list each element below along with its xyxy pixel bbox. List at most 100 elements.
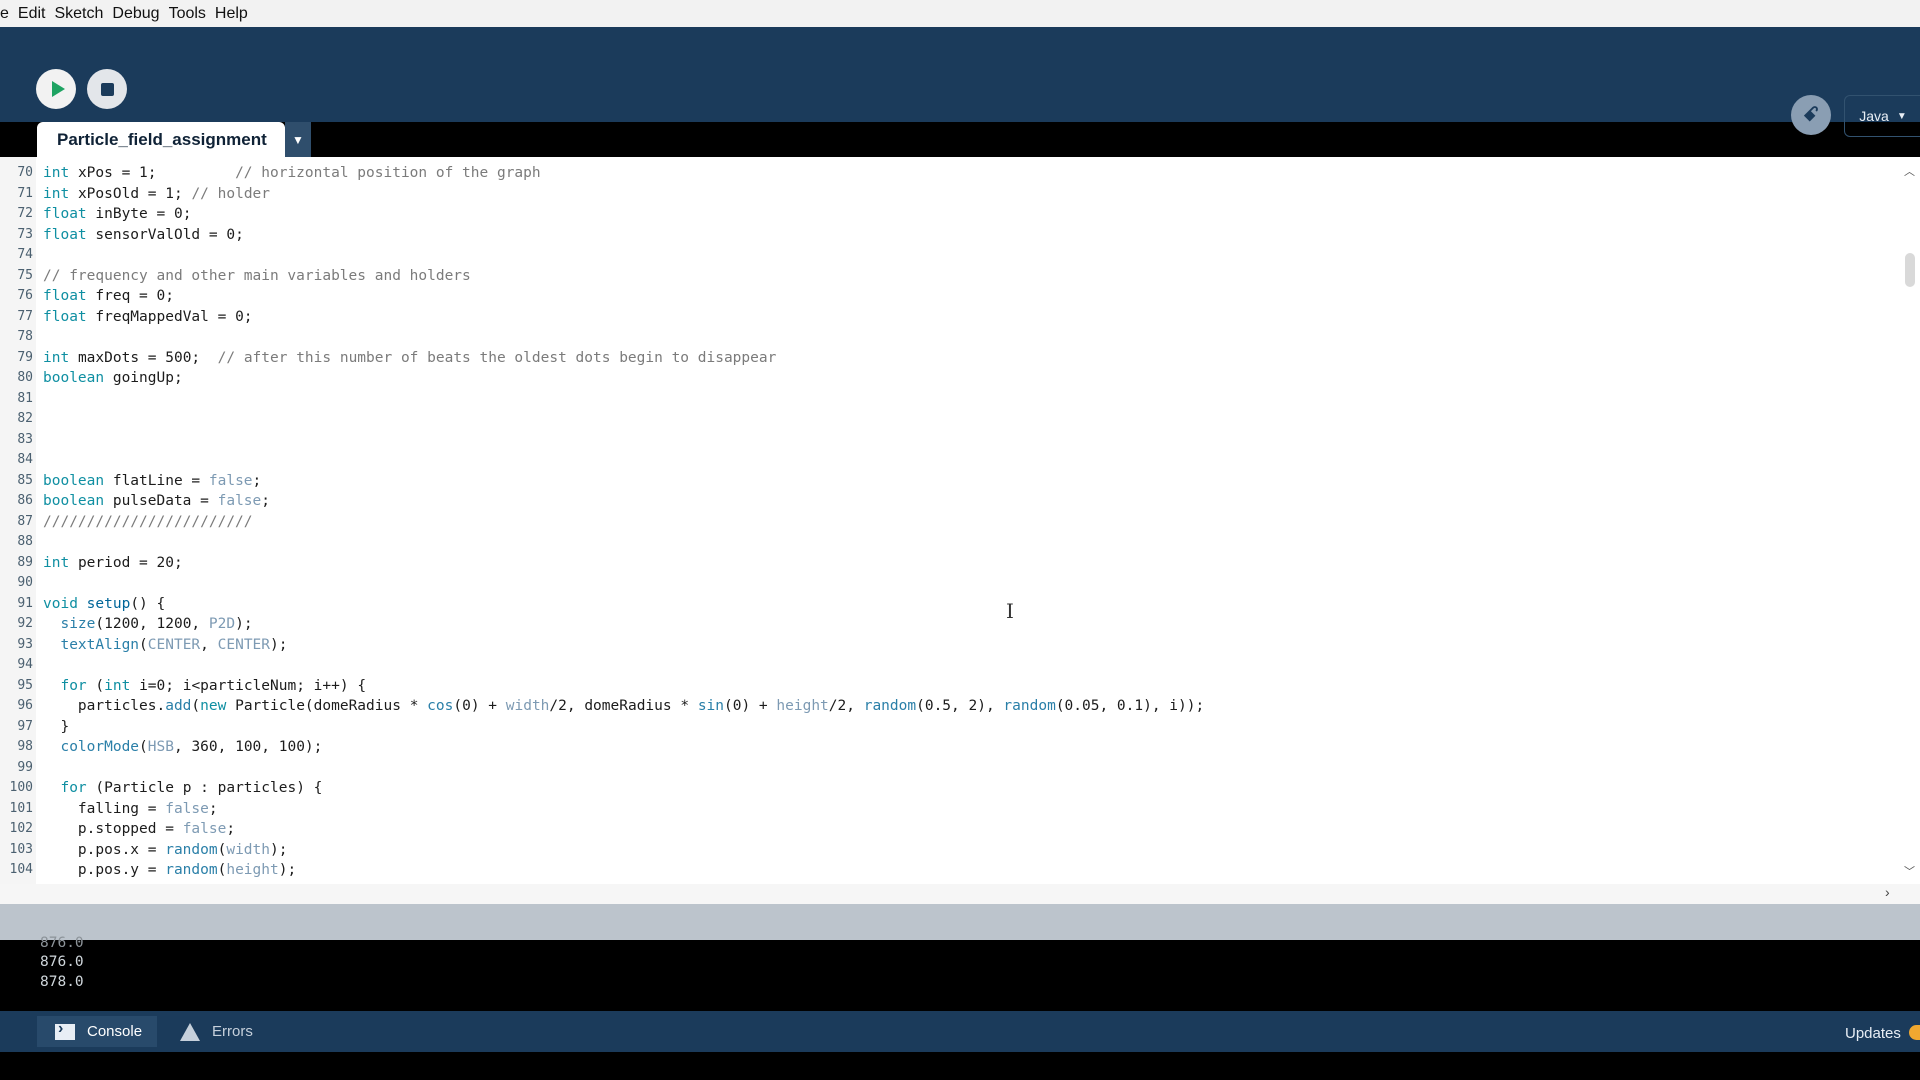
code-token: boolean bbox=[43, 472, 105, 489]
code-token: //////////////////////// bbox=[43, 513, 253, 530]
menu-edit[interactable]: Edit bbox=[18, 5, 46, 23]
code-token: ; bbox=[252, 472, 262, 489]
code-line[interactable]: 91 void setup() { bbox=[0, 594, 1900, 615]
code-token: width bbox=[505, 698, 550, 714]
line-number: 98 bbox=[17, 739, 33, 754]
code-line[interactable]: 77 float freqMappedVal = 0; bbox=[0, 307, 1900, 328]
code-text: // frequency and other main variables an… bbox=[43, 266, 471, 287]
code-line[interactable]: 84 bbox=[0, 450, 1900, 471]
code-line[interactable]: 72 float inByte = 0; bbox=[0, 204, 1900, 225]
chevron-down-icon: ▼ bbox=[1896, 110, 1907, 122]
code-token: (0.5, 2), bbox=[916, 698, 1004, 714]
code-line[interactable]: 101 falling = false; bbox=[0, 799, 1900, 820]
code-line[interactable]: 81 bbox=[0, 389, 1900, 410]
tab-menu-button[interactable]: ▼ bbox=[285, 122, 311, 157]
code-token: () { bbox=[130, 595, 166, 612]
menu-debug[interactable]: Debug bbox=[112, 5, 159, 23]
tab-sketch[interactable]: Particle_field_assignment bbox=[37, 122, 285, 157]
code-token: ; bbox=[208, 800, 218, 817]
code-line[interactable]: 98 colorMode(HSB, 360, 100, 100); bbox=[0, 737, 1900, 758]
code-line[interactable]: 87 //////////////////////// bbox=[0, 512, 1900, 533]
vertical-scrollbar[interactable]: ︿ ﹀ bbox=[1900, 157, 1920, 884]
code-text: boolean pulseData = false; bbox=[43, 491, 270, 512]
run-button[interactable] bbox=[36, 69, 76, 109]
menu-sketch[interactable]: Sketch bbox=[54, 5, 103, 23]
code-line[interactable]: 80 boolean goingUp; bbox=[0, 368, 1900, 389]
scroll-up-icon[interactable]: ︿ bbox=[1904, 163, 1915, 179]
code-token: colorMode bbox=[60, 739, 140, 755]
code-token: float bbox=[43, 206, 87, 222]
code-line[interactable]: 99 bbox=[0, 758, 1900, 779]
code-token: for bbox=[60, 677, 87, 694]
code-line[interactable]: 71 int xPosOld = 1; // holder bbox=[0, 184, 1900, 205]
code-line[interactable]: 85 boolean flatLine = false; bbox=[0, 471, 1900, 492]
code-token: false bbox=[165, 800, 209, 817]
line-number: 79 bbox=[17, 349, 33, 365]
code-line[interactable]: 86 boolean pulseData = false; bbox=[0, 491, 1900, 512]
code-line[interactable]: 103 p.pos.x = random(width); bbox=[0, 840, 1900, 861]
code-token: boolean bbox=[43, 493, 105, 509]
code-line[interactable]: 76 float freq = 0; bbox=[0, 286, 1900, 307]
tab-console[interactable]: Console bbox=[37, 1016, 157, 1047]
code-line[interactable]: 95 for (int i=0; i<particleNum; i++) { bbox=[0, 676, 1900, 697]
code-token: for bbox=[60, 780, 87, 796]
stop-button[interactable] bbox=[87, 69, 127, 109]
mode-selector[interactable]: Java ▼ bbox=[1844, 95, 1920, 137]
code-token: false bbox=[182, 821, 227, 837]
horizontal-scrollbar[interactable]: › bbox=[0, 884, 1920, 904]
code-line[interactable]: 93 textAlign(CENTER, CENTER); bbox=[0, 635, 1900, 656]
code-token: size bbox=[60, 616, 96, 632]
code-line[interactable]: 73 float sensorValOld = 0; bbox=[0, 225, 1900, 246]
code-token: ( bbox=[95, 677, 105, 694]
code-line[interactable]: 88 bbox=[0, 532, 1900, 553]
code-token: p.stopped = bbox=[43, 821, 183, 837]
code-token: CENTER bbox=[147, 636, 201, 653]
code-line[interactable]: 102 p.stopped = false; bbox=[0, 819, 1900, 840]
code-token: goingUp; bbox=[112, 370, 183, 386]
code-token: , 360, 100, 100); bbox=[173, 739, 323, 755]
menu-help[interactable]: Help bbox=[215, 5, 248, 23]
code-token: // holder bbox=[191, 185, 271, 202]
code-line[interactable]: 97 } bbox=[0, 717, 1900, 738]
code-line[interactable]: 75 // frequency and other main variables … bbox=[0, 266, 1900, 287]
menu-tools[interactable]: Tools bbox=[169, 5, 206, 23]
code-text: float freqMappedVal = 0; bbox=[43, 307, 253, 328]
code-text: p.pos.x = random(width); bbox=[43, 840, 288, 861]
tab-errors[interactable]: Errors bbox=[180, 1016, 280, 1047]
menu-bar: e Edit Sketch Debug Tools Help bbox=[0, 0, 1920, 27]
code-token: , bbox=[200, 636, 218, 653]
code-token: falling = bbox=[43, 800, 166, 817]
code-token: (0) + bbox=[453, 698, 506, 714]
code-line[interactable]: 82 bbox=[0, 409, 1900, 430]
code-line[interactable]: 100 for (Particle p : particles) { bbox=[0, 778, 1900, 799]
line-number: 99 bbox=[17, 759, 33, 775]
code-token: random bbox=[165, 841, 218, 858]
scroll-thumb[interactable] bbox=[1905, 253, 1915, 287]
scroll-down-icon[interactable]: ﹀ bbox=[1904, 863, 1915, 879]
code-line[interactable]: 90 bbox=[0, 573, 1900, 594]
code-editor[interactable]: 70 int xPos = 1; // horizontal position o… bbox=[0, 157, 1920, 884]
code-line[interactable]: 89 int period = 20; bbox=[0, 553, 1900, 574]
code-line[interactable]: 79 int maxDots = 500; // after this numbe… bbox=[0, 348, 1900, 369]
code-token: int bbox=[43, 185, 70, 202]
code-token: setup bbox=[86, 595, 131, 612]
bottom-tab-bar: Console Errors Updates bbox=[0, 1011, 1920, 1052]
code-line[interactable]: 74 bbox=[0, 245, 1900, 266]
scroll-right-icon[interactable]: › bbox=[1885, 884, 1890, 900]
code-area[interactable]: 70 int xPos = 1; // horizontal position o… bbox=[0, 163, 1900, 881]
debug-button[interactable]: ꗃ bbox=[1791, 95, 1831, 135]
code-line[interactable]: 78 bbox=[0, 327, 1900, 348]
code-line[interactable]: 104 p.pos.y = random(height); bbox=[0, 860, 1900, 881]
code-line[interactable]: 96 particles.add(new Particle(domeRadius… bbox=[0, 696, 1900, 717]
toolbar: ꗃ Java ▼ bbox=[0, 27, 1920, 137]
updates-button[interactable]: Updates bbox=[1845, 1025, 1901, 1042]
code-line[interactable]: 83 bbox=[0, 430, 1900, 451]
code-line[interactable]: 94 bbox=[0, 655, 1900, 676]
code-token: boolean bbox=[43, 370, 105, 386]
line-number: 76 bbox=[17, 288, 33, 303]
menu-file[interactable]: e bbox=[0, 5, 9, 23]
code-line[interactable]: 92 size(1200, 1200, P2D); bbox=[0, 614, 1900, 635]
line-number: 91 bbox=[17, 595, 33, 611]
code-line[interactable]: 70 int xPos = 1; // horizontal position o… bbox=[0, 163, 1900, 184]
